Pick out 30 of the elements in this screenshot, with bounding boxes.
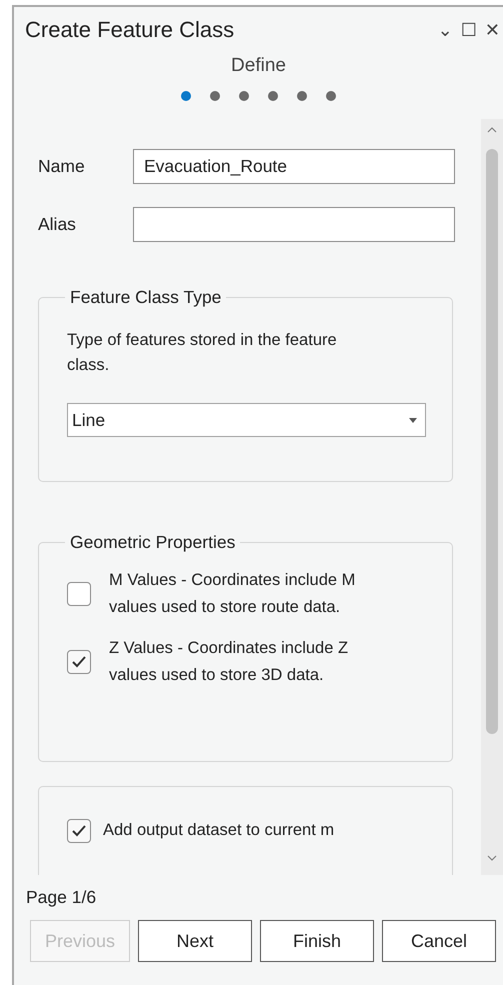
close-button[interactable]: ✕ bbox=[482, 20, 503, 40]
window-title: Create Feature Class bbox=[25, 17, 234, 43]
dialog-button[interactable]: Next bbox=[138, 920, 252, 962]
checkbox[interactable] bbox=[67, 650, 91, 674]
checkbox-label: Add output dataset to current m bbox=[103, 820, 334, 841]
maximize-button[interactable]: ☐ bbox=[458, 20, 480, 40]
group-title: Feature Class Type bbox=[69, 287, 222, 308]
checkbox[interactable] bbox=[67, 582, 91, 606]
field-label: Alias bbox=[38, 214, 77, 235]
page-indicator: Page 1/6 bbox=[25, 887, 98, 908]
scrollbar[interactable] bbox=[481, 119, 503, 875]
field-label: Name bbox=[38, 156, 86, 177]
dropdown-button[interactable]: ⌄ bbox=[434, 20, 456, 40]
group-title: Geometric Properties bbox=[69, 532, 236, 553]
scroll-up-icon[interactable] bbox=[487, 127, 497, 133]
dialog-button[interactable]: Finish bbox=[260, 920, 374, 962]
scroll-thumb[interactable] bbox=[486, 149, 498, 734]
type-dropdown[interactable]: Line bbox=[67, 403, 426, 437]
input-field[interactable] bbox=[133, 207, 455, 242]
checkbox-label: M Values - Coordinates include M values used to store route data. bbox=[109, 570, 356, 618]
page-title: Define bbox=[230, 55, 287, 77]
caret-icon bbox=[409, 418, 417, 422]
dialog-button[interactable]: Cancel bbox=[382, 920, 496, 962]
check-icon bbox=[71, 655, 87, 669]
scroll-down-icon[interactable] bbox=[487, 855, 497, 861]
checkbox[interactable] bbox=[67, 818, 91, 842]
check-icon bbox=[71, 824, 87, 838]
description-text: Type of features stored in the feature class. bbox=[67, 330, 338, 376]
checkbox-label: Z Values - Coordinates include Z values used to store 3D data. bbox=[109, 638, 350, 686]
input-field[interactable]: Evacuation_Route bbox=[133, 149, 455, 184]
